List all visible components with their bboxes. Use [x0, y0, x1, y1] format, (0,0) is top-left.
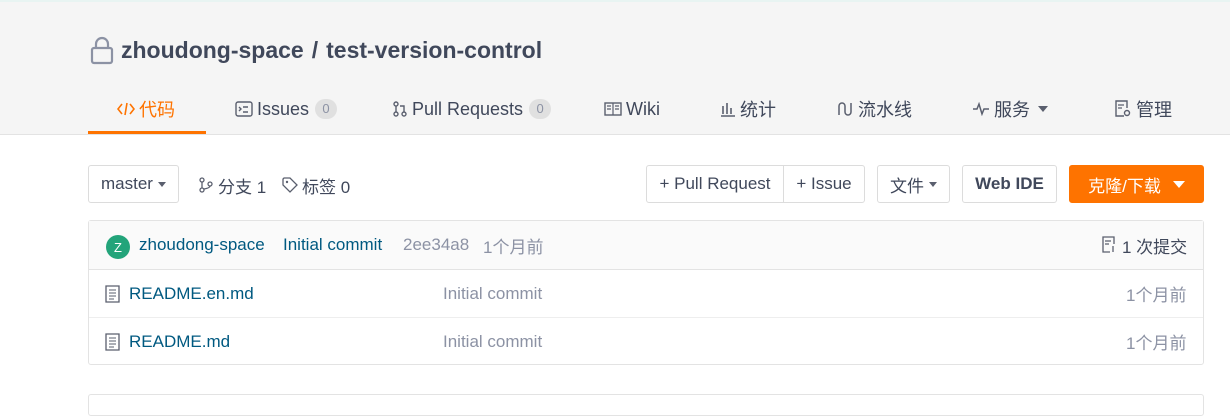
file-row: README.en.md Initial commit 1个月前	[89, 270, 1203, 318]
file-list: Z zhoudong-space Initial commit 2ee34a8 …	[88, 220, 1204, 365]
tab-wiki[interactable]: Wiki	[604, 86, 660, 132]
book-icon	[604, 102, 622, 116]
tab-issues[interactable]: Issues 0	[235, 86, 338, 132]
commit-message-link[interactable]: Initial commit	[283, 221, 382, 269]
new-pull-request-button[interactable]: + Pull Request	[646, 165, 784, 203]
tab-code[interactable]: 代码	[117, 86, 175, 132]
count-badge: 0	[315, 99, 338, 119]
commits-count: 1 次提交	[1122, 237, 1188, 257]
branch-name: master	[101, 174, 153, 193]
issues-icon	[235, 101, 253, 117]
active-tab-indicator	[88, 131, 206, 134]
branch-selector[interactable]: master	[88, 165, 179, 203]
branches-link[interactable]: 分支 1	[198, 165, 266, 205]
file-name-link[interactable]: README.en.md	[129, 270, 254, 317]
chevron-down-icon	[157, 181, 166, 187]
tags-count: 标签 0	[302, 177, 351, 197]
tab-label: Pull Requests	[412, 98, 524, 119]
pulse-icon	[972, 102, 990, 116]
new-issue-button[interactable]: + Issue	[783, 165, 865, 203]
tab-label: 代码	[139, 100, 175, 120]
repo-separator: /	[311, 36, 319, 63]
branches-count: 分支 1	[218, 177, 267, 197]
readme-panel	[88, 394, 1204, 416]
repo-toolbar: master 分支 1 标签 0 + Pull Request + Issue …	[88, 165, 1204, 205]
chevron-down-icon	[929, 181, 937, 187]
clone-download-button[interactable]: 克隆/下载	[1069, 165, 1204, 203]
button-label: 克隆/下载	[1088, 176, 1161, 196]
file-icon	[105, 270, 120, 317]
tab-label: 服务	[994, 100, 1030, 120]
tab-label: 统计	[740, 100, 776, 120]
tab-manage[interactable]: 管理	[1114, 86, 1172, 132]
tab-pipeline[interactable]: 流水线	[836, 86, 912, 132]
count-badge: 0	[529, 99, 552, 119]
lock-icon	[90, 36, 114, 65]
tab-label: Wiki	[626, 98, 660, 119]
file-commit-time: 1个月前	[1126, 334, 1187, 353]
code-icon	[117, 101, 135, 117]
commits-count-link[interactable]: 1 次提交	[1101, 221, 1187, 269]
commit-sha-link[interactable]: 2ee34a8	[403, 221, 469, 269]
button-label: + Issue	[796, 174, 852, 193]
tab-stats[interactable]: 统计	[720, 86, 776, 132]
repo-header: zhoudong-space / test-version-control 代码…	[0, 0, 1230, 135]
button-label: + Pull Request	[659, 174, 771, 193]
repo-owner-link[interactable]: zhoudong-space	[121, 37, 304, 64]
button-label: Web IDE	[975, 174, 1044, 193]
chevron-down-icon	[1172, 180, 1185, 188]
tab-label: 流水线	[858, 100, 912, 120]
file-commit-message[interactable]: Initial commit	[443, 318, 542, 365]
commit-list-icon	[1102, 236, 1115, 253]
file-icon	[105, 318, 120, 365]
file-menu-button[interactable]: 文件	[877, 165, 950, 203]
repo-title: zhoudong-space / test-version-control	[89, 34, 542, 66]
file-commit-message[interactable]: Initial commit	[443, 270, 542, 317]
pull-request-icon	[392, 101, 408, 117]
file-row: README.md Initial commit 1个月前	[89, 318, 1203, 365]
tab-label: Issues	[257, 98, 310, 119]
button-label: 文件	[890, 176, 924, 196]
avatar[interactable]: Z	[106, 235, 130, 259]
bar-chart-icon	[720, 101, 736, 117]
commit-time: 1个月前	[483, 237, 544, 257]
branch-icon	[198, 177, 214, 193]
settings-doc-icon	[1114, 100, 1132, 118]
file-name-link[interactable]: README.md	[129, 318, 230, 365]
tab-services[interactable]: 服务	[972, 86, 1048, 132]
repo-name-link[interactable]: test-version-control	[326, 37, 542, 64]
tags-link[interactable]: 标签 0	[282, 165, 350, 205]
tab-label: 管理	[1136, 100, 1172, 120]
tab-pull-requests[interactable]: Pull Requests 0	[392, 86, 552, 132]
chevron-down-icon	[1038, 106, 1048, 112]
file-commit-time: 1个月前	[1126, 286, 1187, 305]
latest-commit-bar: Z zhoudong-space Initial commit 2ee34a8 …	[89, 221, 1203, 270]
tag-icon	[282, 177, 298, 193]
commit-author-link[interactable]: zhoudong-space	[139, 221, 265, 269]
web-ide-button[interactable]: Web IDE	[962, 165, 1057, 203]
pipeline-icon	[836, 101, 854, 117]
